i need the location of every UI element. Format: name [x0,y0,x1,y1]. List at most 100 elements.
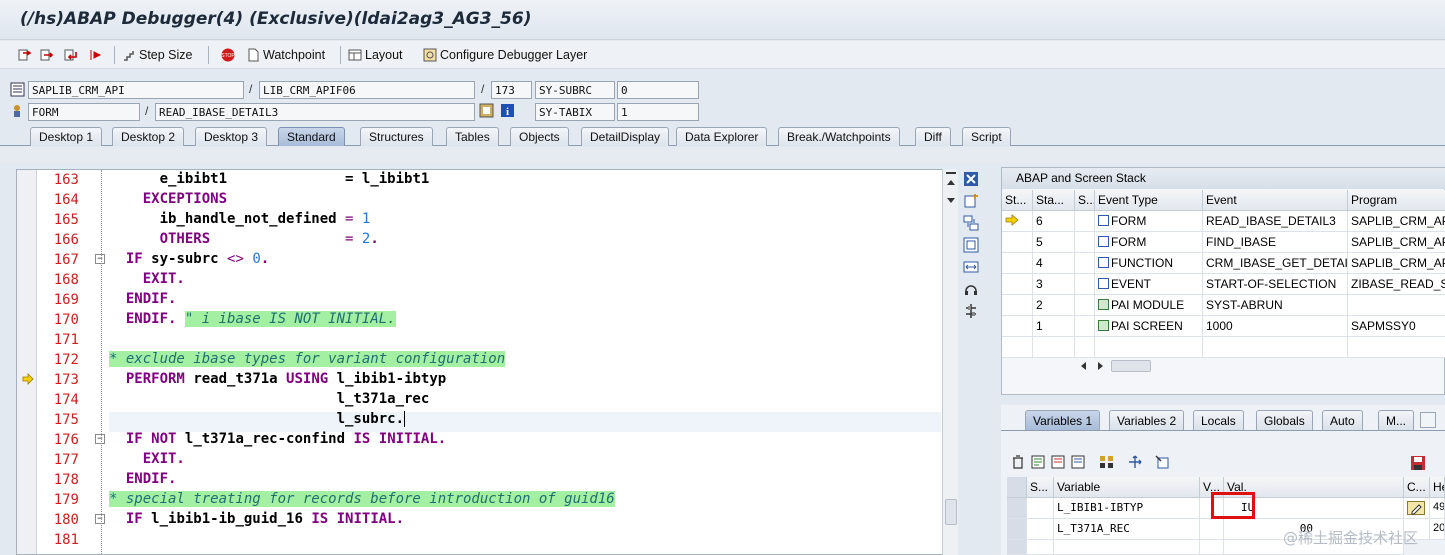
code-line[interactable]: 178 ENDIF. [17,470,943,490]
tab-tables[interactable]: Tables [446,127,499,146]
delete-icon[interactable] [1011,455,1025,469]
table-row[interactable]: 5 FORM FIND_IBASE SAPLIB_CRM_API [1002,232,1445,253]
tab-diff[interactable]: Diff [915,127,951,146]
tab-globals[interactable]: Globals [1256,410,1313,430]
swap-tool-icon[interactable] [963,215,979,231]
scroll-right-icon[interactable] [1098,362,1103,370]
table-row[interactable]: 6 FORM READ_IBASE_DETAIL3 SAPLIB_CRM_API [1002,211,1445,232]
kind-field[interactable]: FORM [28,103,140,121]
include-field[interactable]: LIB_CRM_APIF06 [259,81,475,99]
table-row[interactable] [1002,337,1445,358]
column-header[interactable]: Event [1203,190,1348,211]
scroll-thumb[interactable] [1111,360,1151,372]
new-tool-icon[interactable] [963,193,979,209]
code-line[interactable]: 163 e_ibibt1 = l_ibibt1 [17,170,943,190]
code-line[interactable]: 174 l_t371a_rec [17,390,943,410]
source-code-editor[interactable]: 163 e_ibibt1 = l_ibibt1 164 EXCEPTIONS 1… [16,169,958,555]
variable-name[interactable]: L_IBIB1-IBTYP [1054,498,1200,519]
close-tool-icon[interactable] [963,171,979,187]
column-header[interactable]: S... [1027,477,1054,498]
execute-icon[interactable] [40,46,57,64]
save-variables-icon[interactable] [1410,455,1426,471]
continue-icon[interactable] [88,46,105,64]
tab-structures[interactable]: Structures [360,127,433,146]
column-header[interactable]: Event Type [1095,190,1203,211]
stop-icon[interactable]: STOP [221,46,238,64]
code-line[interactable]: 170 ENDIF. " i ibase IS NOT INITIAL. [17,310,943,330]
column-header[interactable]: Variable [1054,477,1200,498]
layout-button[interactable]: Layout [348,46,403,64]
tab-detaildisplay[interactable]: DetailDisplay [581,127,670,146]
fold-toggle[interactable]: − [95,254,105,264]
scroll-left-icon[interactable] [1081,362,1086,370]
tab-locals[interactable]: Locals [1193,410,1244,430]
code-line[interactable]: 164 EXCEPTIONS [17,190,943,210]
tab-standard[interactable]: Standard [278,127,345,146]
scroll-top-icon[interactable] [946,172,956,174]
code-line[interactable]: 179 * special treating for records before… [17,490,943,510]
tab-variables-1[interactable]: Variables 1 [1025,410,1101,430]
export-icon[interactable] [1155,455,1169,469]
return-icon[interactable] [64,46,81,64]
save-icon[interactable] [1051,455,1065,469]
code-line[interactable]: 177 EXIT. [17,450,943,470]
code-line[interactable]: 168 EXIT. [17,270,943,290]
fold-toggle[interactable]: − [95,514,105,524]
tab-breakpoints[interactable]: Break./Watchpoints [778,127,900,146]
info-icon[interactable]: i [500,103,515,121]
details-icon[interactable] [1031,455,1045,469]
code-line[interactable]: 167 − IF sy-subrc <> 0. [17,250,943,270]
single-step-icon[interactable] [18,46,35,64]
step-size-button[interactable]: Step Size [122,46,193,64]
resize-tool-icon[interactable] [963,259,979,275]
tree-icon[interactable] [1099,455,1115,469]
tab-data-explorer[interactable]: Data Explorer [676,127,768,146]
load-icon[interactable] [1071,455,1085,469]
tab-scroll-left-icon[interactable] [1420,412,1436,428]
tab-variables-2[interactable]: Variables 2 [1109,410,1185,430]
tab-desktop-3[interactable]: Desktop 3 [195,127,268,146]
tool-settings-icon[interactable] [963,303,979,319]
column-header[interactable]: He [1430,477,1445,498]
column-header[interactable]: C... [1404,477,1430,498]
scroll-thumb[interactable] [945,499,957,525]
row-selector[interactable] [1007,519,1027,540]
code-line[interactable]: 181 [17,530,943,550]
code-line[interactable]: 173 PERFORM read_t371a USING l_ibib1-ibt… [17,370,943,390]
watchpoint-button[interactable]: Watchpoint [246,46,325,64]
table-row[interactable]: 3 EVENT START-OF-SELECTION ZIBASE_READ_S… [1002,274,1445,295]
event-field[interactable]: READ_IBASE_DETAIL3 [155,103,475,121]
row-selector[interactable] [1007,540,1027,555]
tab-auto[interactable]: Auto [1322,410,1363,430]
column-header[interactable]: St... [1002,190,1033,211]
scroll-up-icon[interactable] [947,180,955,185]
move-icon[interactable] [1127,455,1143,469]
code-line[interactable]: 176 − IF NOT l_t371a_rec-confind IS INITI… [17,430,943,450]
line-field[interactable]: 173 [491,81,532,99]
row-selector[interactable] [1007,498,1027,519]
code-line[interactable]: 166 OTHERS = 2. [17,230,943,250]
horizontal-scrollbar[interactable] [1078,358,1178,374]
variable-name[interactable]: L_T371A_REC [1054,519,1200,540]
tab-objects[interactable]: Objects [510,127,569,146]
program-field[interactable]: SAPLIB_CRM_API [28,81,244,99]
scroll-down-icon[interactable] [947,198,955,203]
editor-scrollbar[interactable] [942,169,958,555]
column-header[interactable]: Sta... [1033,190,1075,211]
table-row[interactable]: 4 FUNCTION CRM_IBASE_GET_DETAIL SAPLIB_C… [1002,253,1445,274]
maximize-tool-icon[interactable] [963,237,979,253]
configure-layer-button[interactable]: Configure Debugger Layer [423,46,587,64]
code-line[interactable]: 171 [17,330,943,350]
fold-toggle[interactable]: − [95,434,105,444]
tab-script[interactable]: Script [962,127,1011,146]
table-row[interactable]: 2 PAI MODULE SYST-ABRUN [1002,295,1445,316]
edit-pencil-icon[interactable] [1407,501,1425,515]
stack-table[interactable]: St... Sta... S... Event Type Event Progr… [1002,190,1445,360]
column-header[interactable]: S... [1075,190,1095,211]
code-line[interactable]: 180 − IF l_ibib1-ib_guid_16 IS INITIAL. [17,510,943,530]
tab-desktop-2[interactable]: Desktop 2 [112,127,185,146]
tab-desktop-1[interactable]: Desktop 1 [30,127,103,146]
tab-more[interactable]: M... [1378,410,1414,430]
services-tool-icon[interactable] [963,281,979,297]
display-icon[interactable] [479,103,494,121]
